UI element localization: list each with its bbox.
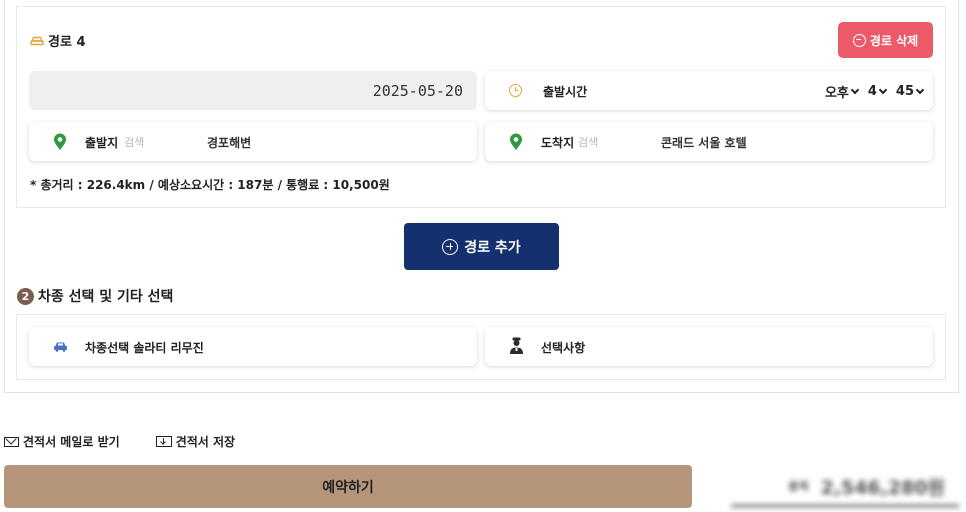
minute-value: 45 [895, 84, 914, 99]
plus-circle-icon [442, 238, 459, 255]
save-icon [155, 436, 172, 447]
hour-select[interactable]: 4 [867, 84, 888, 99]
start-label: 출발지 [85, 136, 119, 150]
route-summary: * 총거리 : 226.4km / 예상소요시간 : 187분 / 통행료 : … [30, 178, 390, 192]
email-quote-label: 견적서 메일로 받기 [23, 435, 120, 449]
chevron-down-icon [878, 85, 888, 95]
car-icon [30, 36, 44, 45]
chevron-down-icon [850, 85, 860, 95]
add-route-button[interactable]: 경로 추가 [404, 223, 559, 270]
total-price: 총액 2,546,280원 [731, 467, 959, 507]
minute-select[interactable]: 45 [895, 84, 925, 99]
reserve-label: 예약하기 [322, 479, 374, 496]
save-quote-link[interactable]: 견적서 저장 [155, 433, 236, 450]
end-value: 콘래드 서울 호텔 [661, 136, 747, 150]
map-pin-icon [54, 133, 66, 150]
end-label: 도착지 [541, 136, 575, 150]
map-pin-icon [510, 133, 522, 150]
ampm-select[interactable]: 오후 [824, 82, 860, 101]
date-field[interactable]: 2025-05-20 [29, 71, 477, 110]
time-selects: 오후 4 45 [824, 82, 925, 101]
ampm-value: 오후 [824, 86, 849, 101]
options-field[interactable]: 선택사항 [485, 327, 933, 366]
bottom-links: 견적서 메일로 받기 견적서 저장 [4, 433, 235, 450]
vehicle-select-field[interactable]: 차종선택 솔라티 리무진 [29, 327, 477, 366]
clock-icon [509, 84, 522, 97]
add-route-label: 경로 추가 [464, 239, 521, 256]
start-search-link[interactable]: 검색 [124, 134, 144, 150]
email-quote-link[interactable]: 견적서 메일로 받기 [4, 433, 120, 450]
delete-route-button[interactable]: 경로 삭제 [838, 22, 933, 58]
hour-value: 4 [867, 84, 877, 99]
mail-icon [4, 436, 19, 447]
end-location-field[interactable]: 도착지 검색 콘래드 서울 호텔 [485, 122, 933, 161]
delete-route-label: 경로 삭제 [869, 33, 919, 48]
total-price-value: 2,546,280원 [820, 476, 945, 499]
car-icon [54, 342, 67, 352]
end-search-link[interactable]: 검색 [578, 134, 598, 150]
reserve-button[interactable]: 예약하기 [4, 465, 692, 508]
section-title: 2 차종 선택 및 기타 선택 [17, 286, 173, 306]
person-icon [510, 337, 523, 354]
departure-time-field: 출발시간 오후 4 45 [485, 71, 933, 110]
save-quote-label: 견적서 저장 [175, 435, 236, 449]
start-value: 경포해변 [207, 136, 252, 150]
step-badge: 2 [17, 287, 34, 305]
start-location-field[interactable]: 출발지 검색 경포해변 [29, 122, 477, 161]
vehicle-label: 차종선택 솔라티 리무진 [85, 341, 204, 355]
date-value: 2025-05-20 [372, 81, 463, 100]
departure-time-label: 출발시간 [543, 85, 588, 99]
chevron-down-icon [915, 85, 925, 95]
route-title: 경로 4 [30, 31, 86, 50]
minus-circle-icon [852, 33, 866, 47]
total-price-label: 총액 [788, 480, 809, 493]
route-title-text: 경로 4 [48, 35, 86, 50]
section-title-text: 차종 선택 및 기타 선택 [38, 289, 174, 305]
options-label: 선택사항 [541, 341, 586, 355]
